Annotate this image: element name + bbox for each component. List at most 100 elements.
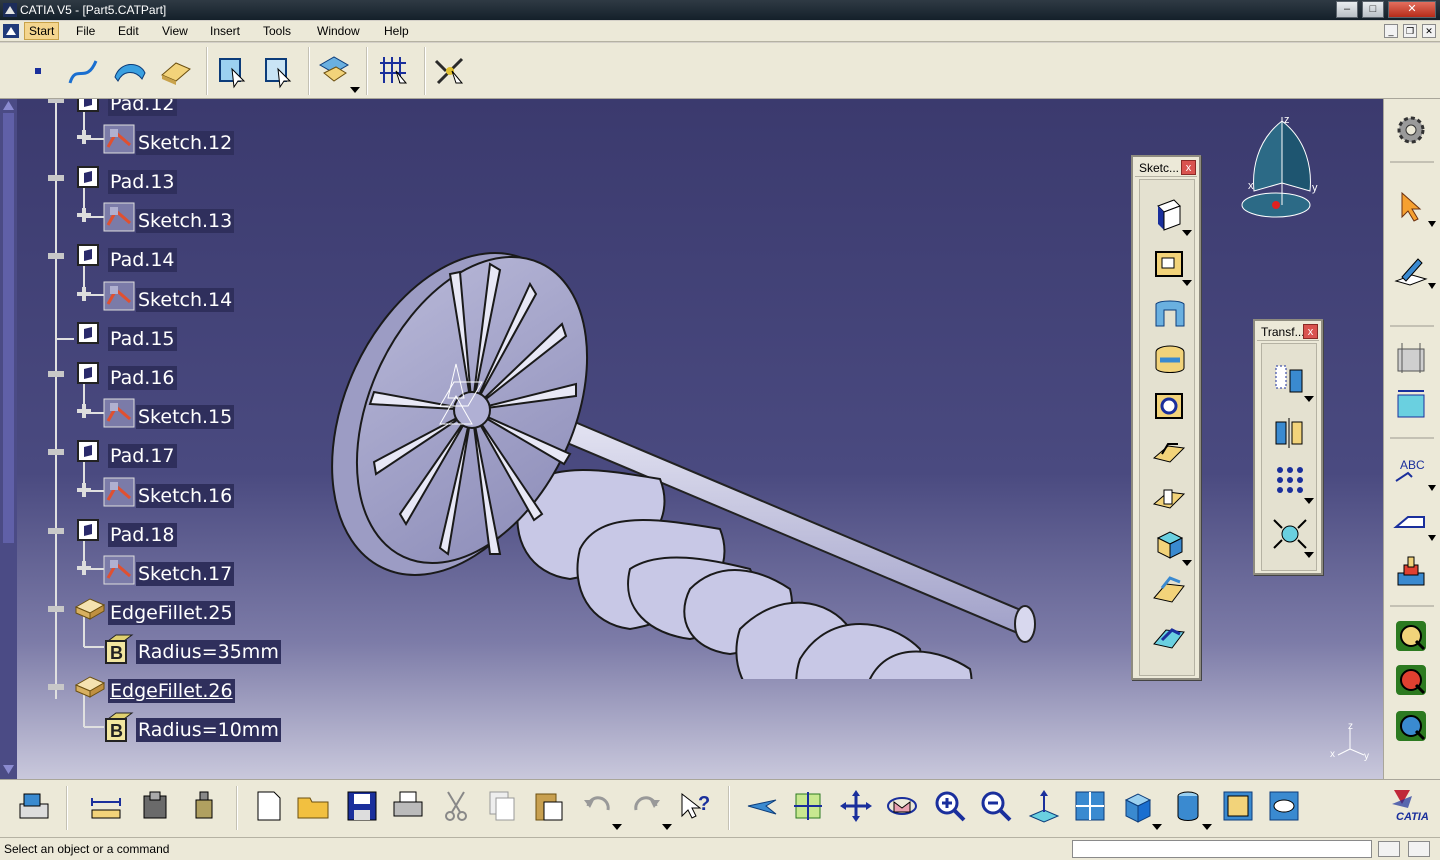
- chevron-down-icon[interactable]: [1304, 552, 1314, 558]
- expand-plus-icon[interactable]: [76, 207, 92, 223]
- chevron-down-icon[interactable]: [1182, 280, 1192, 286]
- menu-view[interactable]: View: [162, 24, 188, 38]
- 3d-part-model[interactable]: [330, 229, 1050, 679]
- spline-icon[interactable]: [66, 53, 102, 89]
- mirror-tool-icon[interactable]: [1270, 414, 1310, 450]
- tree-node-pad[interactable]: Pad.13: [108, 170, 177, 194]
- select-arrow-icon[interactable]: [1392, 187, 1430, 225]
- tree-node-sketch[interactable]: Sketch.16: [136, 484, 235, 508]
- menu-insert[interactable]: Insert: [210, 24, 240, 38]
- copy-icon[interactable]: [484, 788, 520, 824]
- close-button[interactable]: ✕: [1388, 1, 1436, 18]
- scroll-down-icon[interactable]: [3, 765, 14, 774]
- chevron-down-icon[interactable]: [662, 824, 672, 830]
- menu-tools[interactable]: Tools: [263, 24, 291, 38]
- chevron-down-icon[interactable]: [1202, 824, 1212, 830]
- isometric-view-icon[interactable]: [1120, 788, 1156, 824]
- weight-icon[interactable]: [186, 788, 222, 824]
- stiffener-tool-icon[interactable]: [1150, 526, 1190, 562]
- rotate-icon[interactable]: [884, 788, 920, 824]
- expand-plus-icon[interactable]: [76, 286, 92, 302]
- menu-help[interactable]: Help: [384, 24, 409, 38]
- chevron-down-icon[interactable]: [1152, 824, 1162, 830]
- compass-widget[interactable]: x y z: [1236, 111, 1328, 223]
- collapse-toggle[interactable]: [48, 684, 64, 690]
- chevron-down-icon[interactable]: [1182, 560, 1192, 566]
- tree-node-sketch[interactable]: Sketch.14: [136, 288, 235, 312]
- multi-sections-solid-icon[interactable]: [1150, 572, 1190, 608]
- tree-node-edge-fillet[interactable]: EdgeFillet.25: [108, 601, 235, 625]
- tree-node-pad[interactable]: Pad.14: [108, 248, 177, 272]
- apply-material-icon[interactable]: [1392, 553, 1430, 591]
- tree-node-pad[interactable]: Pad.16: [108, 366, 177, 390]
- surface-icon[interactable]: [112, 53, 148, 89]
- measure-icon[interactable]: [88, 788, 124, 824]
- tree-node-sketch[interactable]: Sketch.13: [136, 209, 235, 233]
- 3d-viewport[interactable]: Pad.12 Sketch.12 Pad.13 Sketch.13 Pad.14…: [0, 99, 1383, 779]
- grid-snap-icon[interactable]: [376, 53, 412, 89]
- tree-node-parameter[interactable]: Radius=35mm: [136, 640, 281, 664]
- menu-start[interactable]: Start: [24, 22, 60, 40]
- chevron-down-icon[interactable]: [1428, 535, 1436, 541]
- print-icon[interactable]: [390, 788, 426, 824]
- reference-plane-icon[interactable]: [1392, 339, 1430, 377]
- flag-note-icon[interactable]: [1392, 503, 1430, 541]
- tree-node-parameter[interactable]: Radius=10mm: [136, 718, 281, 742]
- fit-all-icon[interactable]: [790, 788, 826, 824]
- removed-multi-sections-icon[interactable]: [1150, 618, 1190, 654]
- chevron-down-icon[interactable]: [1428, 283, 1436, 289]
- whats-this-icon[interactable]: ?: [678, 788, 714, 824]
- zoom-in-icon[interactable]: [932, 788, 968, 824]
- slot-tool-icon[interactable]: [1150, 480, 1190, 516]
- collapse-toggle[interactable]: [48, 606, 64, 612]
- catia-app-icon[interactable]: [3, 3, 17, 17]
- palette-close-button[interactable]: x: [1181, 160, 1196, 175]
- measure-inertia-icon[interactable]: [138, 788, 174, 824]
- scaling-tool-icon[interactable]: [1270, 516, 1310, 552]
- scroll-up-icon[interactable]: [3, 101, 14, 110]
- translation-tool-icon[interactable]: [1270, 360, 1310, 396]
- rib-tool-icon[interactable]: [1150, 434, 1190, 470]
- chevron-down-icon[interactable]: [1428, 221, 1436, 227]
- sketcher-icon[interactable]: [1392, 251, 1430, 289]
- expand-plus-icon[interactable]: [76, 482, 92, 498]
- tree-node-sketch[interactable]: Sketch.15: [136, 405, 235, 429]
- shading-icon[interactable]: [1170, 788, 1206, 824]
- boolean-operations-icon[interactable]: [316, 51, 352, 87]
- status-option-button[interactable]: [1378, 841, 1400, 857]
- new-file-icon[interactable]: [250, 788, 286, 824]
- analysis-draft-icon[interactable]: [1392, 617, 1430, 655]
- hide-show-icon[interactable]: [1220, 788, 1256, 824]
- tree-node-sketch[interactable]: Sketch.17: [136, 562, 235, 586]
- chevron-down-icon[interactable]: [1182, 230, 1192, 236]
- tree-scrollbar[interactable]: [0, 99, 17, 779]
- solid-icon[interactable]: [158, 53, 194, 89]
- zoom-out-icon[interactable]: [978, 788, 1014, 824]
- collapse-toggle[interactable]: [48, 371, 64, 377]
- transformation-features-palette[interactable]: Transf... x: [1253, 319, 1323, 575]
- chevron-down-icon[interactable]: [1304, 396, 1314, 402]
- pan-icon[interactable]: [838, 788, 874, 824]
- undo-icon[interactable]: [580, 788, 616, 824]
- menu-file[interactable]: File: [76, 24, 95, 38]
- analysis-thickness-icon[interactable]: [1392, 707, 1430, 745]
- analysis-icon[interactable]: [432, 53, 468, 89]
- tree-node-edge-fillet-selected[interactable]: EdgeFillet.26: [108, 679, 235, 703]
- maximize-button[interactable]: □: [1362, 1, 1384, 18]
- doc-minimize-button[interactable]: _: [1384, 24, 1398, 38]
- tree-node-sketch[interactable]: Sketch.12: [136, 131, 235, 155]
- scrollbar-thumb[interactable]: [3, 113, 14, 543]
- paste-icon[interactable]: [530, 788, 566, 824]
- analysis-curvature-icon[interactable]: [1392, 661, 1430, 699]
- collapse-toggle[interactable]: [48, 99, 64, 103]
- doc-restore-button[interactable]: ❐: [1403, 24, 1417, 38]
- select-feature-icon[interactable]: [260, 53, 296, 89]
- collapse-toggle[interactable]: [48, 253, 64, 259]
- minimize-button[interactable]: –: [1336, 1, 1358, 18]
- chevron-down-icon[interactable]: [1304, 498, 1314, 504]
- pocket-tool-icon[interactable]: [1150, 246, 1190, 282]
- open-folder-icon[interactable]: [296, 788, 332, 824]
- menu-edit[interactable]: Edit: [118, 24, 139, 38]
- pad-tool-icon[interactable]: [1150, 196, 1190, 232]
- groove-tool-icon[interactable]: [1150, 342, 1190, 378]
